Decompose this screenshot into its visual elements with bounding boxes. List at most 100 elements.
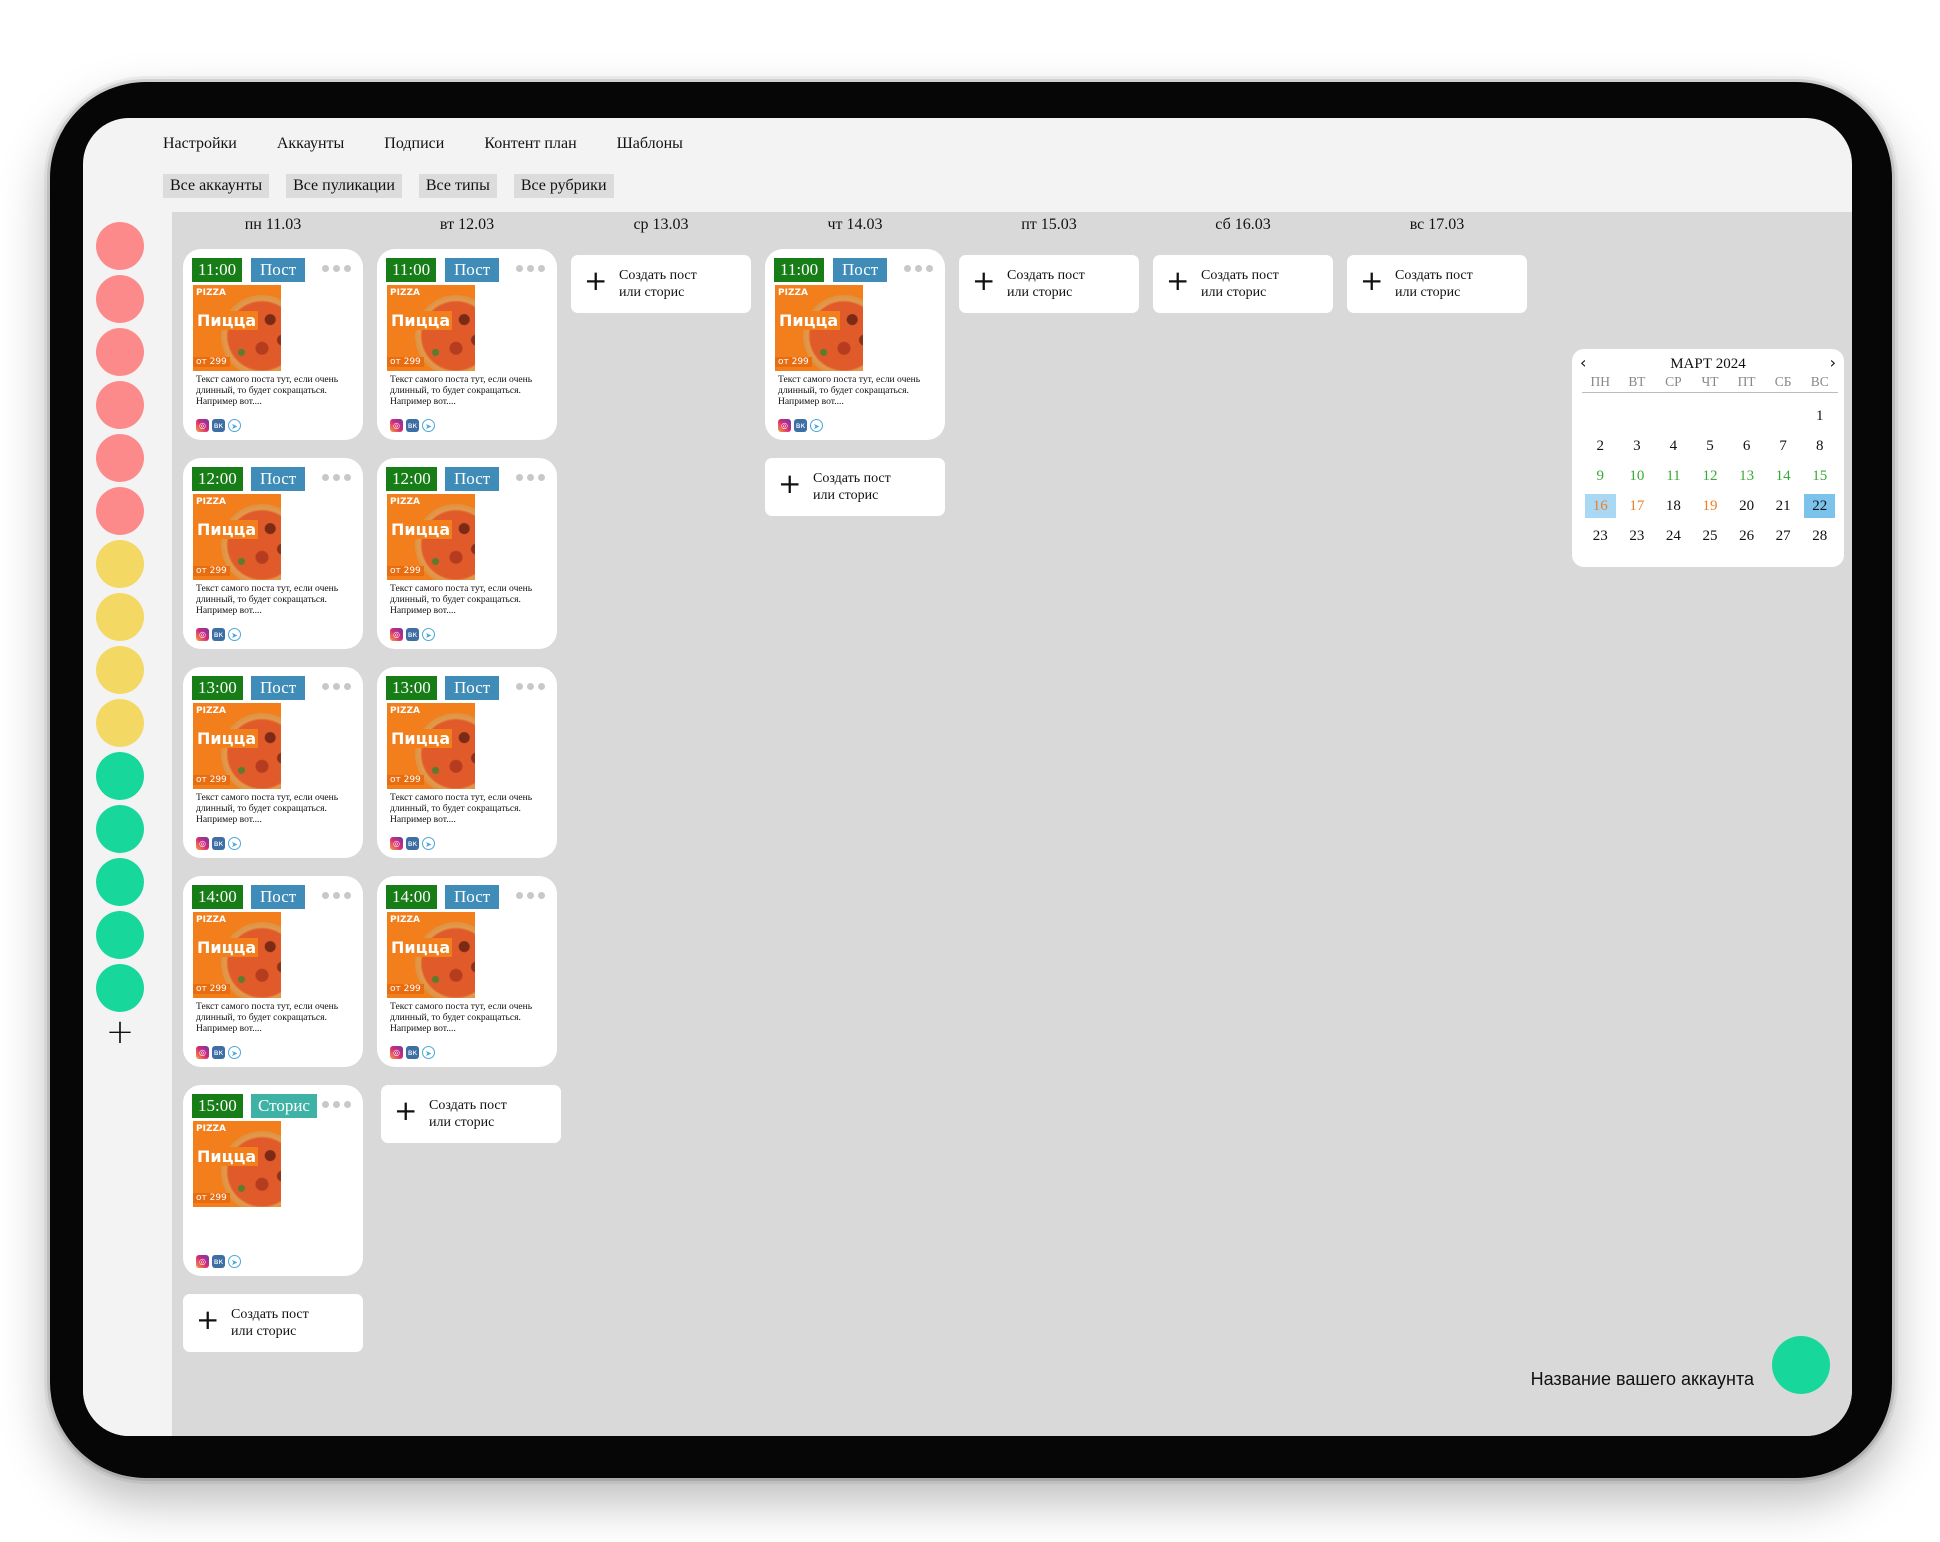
account-avatar-11[interactable]	[96, 752, 144, 800]
instagram-icon: ◎	[390, 1046, 403, 1059]
post-card[interactable]: 14:00 Пост PIZZA Пицца от 299 Текст самого по…	[183, 876, 363, 1067]
calendar-day-28[interactable]: 28	[1804, 524, 1835, 548]
nav-item-1[interactable]: Аккаунты	[277, 135, 344, 153]
calendar-day-6[interactable]: 6	[1731, 434, 1762, 458]
more-options-icon[interactable]	[322, 1101, 351, 1108]
image-logo-text: PIZZA	[390, 915, 420, 925]
add-account-button[interactable]: +	[103, 1015, 137, 1051]
create-post-button[interactable]: + Создать пост или сторис	[183, 1294, 363, 1352]
day-header-2: вт 12.03	[439, 216, 495, 233]
calendar-day-25[interactable]: 25	[1695, 524, 1726, 548]
calendar-day-4[interactable]: 4	[1658, 434, 1689, 458]
account-avatar-3[interactable]	[96, 328, 144, 376]
image-title: Пицца	[389, 729, 453, 748]
post-card[interactable]: 15:00 Сторис PIZZA Пицца от 299 ◎ вк ➤	[183, 1085, 363, 1276]
create-post-button[interactable]: + Создать пост или сторис	[1153, 255, 1333, 313]
create-post-button[interactable]: + Создать пост или сторис	[959, 255, 1139, 313]
more-options-icon[interactable]	[322, 892, 351, 899]
post-text: Текст самого поста тут, если очень длинн…	[390, 1001, 533, 1034]
account-avatar-10[interactable]	[96, 699, 144, 747]
calendar-day-9[interactable]: 9	[1585, 464, 1616, 488]
calendar-day-2[interactable]: 2	[1585, 434, 1616, 458]
create-post-button[interactable]: + Создать пост или сторис	[381, 1085, 561, 1143]
account-avatar-6[interactable]	[96, 487, 144, 535]
calendar-day-12[interactable]: 12	[1695, 464, 1726, 488]
pizza-photo	[415, 295, 475, 371]
post-type-badge: Пост	[251, 885, 306, 909]
account-avatar-4[interactable]	[96, 381, 144, 429]
post-card[interactable]: 11:00 Пост PIZZA Пицца от 299 Текст самого по…	[377, 249, 557, 440]
calendar-day-21[interactable]: 21	[1768, 494, 1799, 518]
calendar-day-7[interactable]: 7	[1768, 434, 1799, 458]
post-card[interactable]: 13:00 Пост PIZZA Пицца от 299 Текст самого по…	[183, 667, 363, 858]
calendar-day-26[interactable]: 26	[1731, 524, 1762, 548]
more-options-icon[interactable]	[322, 265, 351, 272]
calendar-day-23[interactable]: 23	[1585, 524, 1616, 548]
calendar-day-3[interactable]: 3	[1622, 434, 1653, 458]
calendar-day-19[interactable]: 19	[1695, 494, 1726, 518]
nav-item-4[interactable]: Шаблоны	[617, 135, 683, 153]
calendar-next-icon[interactable]: ›	[1830, 353, 1836, 372]
calendar-day-23[interactable]: 23	[1622, 524, 1653, 548]
calendar-day-17[interactable]: 17	[1622, 494, 1653, 518]
image-logo-text: PIZZA	[778, 288, 808, 298]
calendar-day-10[interactable]: 10	[1622, 464, 1653, 488]
create-post-button[interactable]: + Создать пост или сторис	[765, 458, 945, 516]
account-avatar-12[interactable]	[96, 805, 144, 853]
filter-3[interactable]: Все рубрики	[513, 174, 614, 198]
post-card[interactable]: 12:00 Пост PIZZA Пицца от 299 Текст самого по…	[183, 458, 363, 649]
more-options-icon[interactable]	[516, 474, 545, 481]
account-avatar-5[interactable]	[96, 434, 144, 482]
account-avatar-13[interactable]	[96, 858, 144, 906]
vk-icon: вк	[212, 837, 225, 850]
nav-item-0[interactable]: Настройки	[163, 135, 237, 153]
app-screen: Настройки Аккаунты Подписи Контент план Шабл…	[83, 118, 1852, 1436]
pizza-photo	[221, 922, 281, 998]
post-image: PIZZA Пицца от 299	[387, 285, 475, 371]
account-avatar-2[interactable]	[96, 275, 144, 323]
calendar-day-8[interactable]: 8	[1804, 434, 1835, 458]
post-image: PIZZA Пицца от 299	[193, 494, 281, 580]
filter-0[interactable]: Все аккаунты	[163, 174, 270, 198]
post-card[interactable]: 13:00 Пост PIZZA Пицца от 299 Текст самого по…	[377, 667, 557, 858]
nav-item-2[interactable]: Подписи	[384, 135, 444, 153]
calendar-day-14[interactable]: 14	[1768, 464, 1799, 488]
account-avatar-15[interactable]	[96, 964, 144, 1012]
create-post-button[interactable]: + Создать пост или сторис	[571, 255, 751, 313]
create-label-line-1: Создать пост	[1395, 268, 1473, 283]
account-avatar-8[interactable]	[96, 593, 144, 641]
calendar-day-5[interactable]: 5	[1695, 434, 1726, 458]
account-avatar[interactable]	[1772, 1336, 1830, 1394]
account-avatar-7[interactable]	[96, 540, 144, 588]
calendar-day-24[interactable]: 24	[1658, 524, 1689, 548]
more-options-icon[interactable]	[322, 474, 351, 481]
calendar-day-11[interactable]: 11	[1658, 464, 1689, 488]
post-card[interactable]: 11:00 Пост PIZZA Пицца от 299 Текст самого по…	[765, 249, 945, 440]
calendar-day-16[interactable]: 16	[1585, 494, 1616, 518]
create-post-button[interactable]: + Создать пост или сторис	[1347, 255, 1527, 313]
more-options-icon[interactable]	[516, 265, 545, 272]
calendar-day-15[interactable]: 15	[1804, 464, 1835, 488]
post-card[interactable]: 14:00 Пост PIZZA Пицца от 299 Текст самого по…	[377, 876, 557, 1067]
more-options-icon[interactable]	[904, 265, 933, 272]
nav-item-3[interactable]: Контент план	[484, 135, 576, 153]
account-avatar-9[interactable]	[96, 646, 144, 694]
pizza-photo	[415, 504, 475, 580]
calendar-day-18[interactable]: 18	[1658, 494, 1689, 518]
filter-1[interactable]: Все пуликации	[286, 174, 402, 198]
calendar-day-22[interactable]: 22	[1804, 494, 1835, 518]
calendar-day-1[interactable]: 1	[1804, 404, 1835, 428]
calendar-day-20[interactable]: 20	[1731, 494, 1762, 518]
calendar-weekdays: ПН ВТ СР ЧТ ПТ СБ ВС	[1582, 374, 1838, 390]
calendar-day-13[interactable]: 13	[1731, 464, 1762, 488]
more-options-icon[interactable]	[516, 683, 545, 690]
more-options-icon[interactable]	[322, 683, 351, 690]
calendar-day-27[interactable]: 27	[1768, 524, 1799, 548]
image-price: от 299	[193, 357, 230, 367]
account-avatar-14[interactable]	[96, 911, 144, 959]
filter-2[interactable]: Все типы	[418, 174, 497, 198]
account-avatar-1[interactable]	[96, 222, 144, 270]
post-card[interactable]: 12:00 Пост PIZZA Пицца от 299 Текст самого по…	[377, 458, 557, 649]
more-options-icon[interactable]	[516, 892, 545, 899]
post-card[interactable]: 11:00 Пост PIZZA Пицца от 299 Текст самого по…	[183, 249, 363, 440]
